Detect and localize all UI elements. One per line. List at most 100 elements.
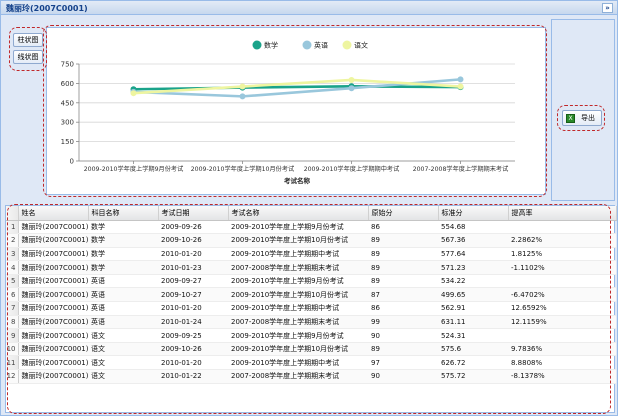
export-label: 导出 [581,114,595,122]
y-tick-label: 600 [61,80,74,88]
cell-subject: 数学 [88,220,158,235]
table-row[interactable]: 2 魏丽玲(2007C0001) 数学 2009-10-26 2009-2010学年度上… [6,233,616,248]
table-row[interactable]: 11 魏丽玲(2007C0001) 语文 2010-01-20 2009-2010学年度… [6,355,616,371]
column-header[interactable]: 考试名称 [228,206,369,221]
cell-exam: 2009-2010学年度上学期9月份考试 [228,220,368,235]
cell-rate: -1.1102% [508,260,616,275]
cell-raw: 97 [368,355,438,371]
cell-raw: 89 [368,342,438,357]
row-number: 7 [6,301,19,316]
column-header[interactable]: 科目名称 [88,206,159,221]
cell-exam: 2009-2010学年度上学期9月份考试 [228,274,368,289]
line-chart-button[interactable]: 线状图 [13,50,43,64]
data-point [348,85,355,92]
cell-std: 631.11 [438,315,508,330]
y-tick-label: 300 [61,119,74,127]
cell-rate: 8.8808% [508,355,616,371]
main-window: 魏丽玲(2007C0001) » 柱状图 线状图 0 150 300 450 600 75… [0,0,618,416]
cell-std: 567.36 [438,233,508,248]
cell-rate [508,274,616,289]
cell-date: 2010-01-20 [158,355,228,371]
data-point [457,83,464,90]
score-line-chart: 0 150 300 450 600 750 2009-2010学年度上学期9月份考试 2009… [61,40,515,185]
column-header[interactable]: 考试日期 [158,206,229,221]
cell-raw: 89 [368,233,438,248]
row-number: 2 [6,233,19,248]
bar-chart-button[interactable]: 柱状图 [13,33,43,47]
cell-raw: 90 [368,328,438,343]
cell-date: 2009-10-26 [158,233,228,248]
cell-exam: 2009-2010学年度上学期9月份考试 [228,328,368,343]
cell-name: 魏丽玲(2007C0001) [18,328,88,343]
cell-date: 2009-09-27 [158,274,228,289]
table-row[interactable]: 3 魏丽玲(2007C0001) 数学 2010-01-20 2009-2010学年度上… [6,247,616,262]
table-row[interactable]: 4 魏丽玲(2007C0001) 数学 2010-01-23 2007-2008学年度上… [6,260,616,275]
row-number: 8 [6,315,19,330]
cell-rate: 12.1159% [508,315,616,330]
cell-raw: 89 [368,247,438,262]
cell-std: 571.23 [438,260,508,275]
y-tick-label: 0 [70,158,74,166]
cell-raw: 89 [368,260,438,275]
legend-marker [252,40,262,50]
cell-subject: 英语 [88,287,158,303]
cell-name: 魏丽玲(2007C0001) [18,315,88,330]
cell-exam: 2007-2008学年度上学期期末考试 [228,369,368,384]
row-number: 1 [6,220,19,235]
cell-std: 575.72 [438,369,508,384]
column-header[interactable]: 提高率 [508,206,617,221]
table-row[interactable]: 1 魏丽玲(2007C0001) 数学 2009-09-26 2009-2010学年度上… [6,220,616,235]
table-row[interactable]: 5 魏丽玲(2007C0001) 英语 2009-09-27 2009-2010学年度上… [6,274,616,289]
x-tick-label: 2009-2010学年度上学期9月份考试 [84,165,184,173]
table-row[interactable]: 7 魏丽玲(2007C0001) 英语 2010-01-20 2009-2010学年度上… [6,301,616,316]
cell-rate: 12.6592% [508,301,616,316]
cell-std: 577.64 [438,247,508,262]
cell-name: 魏丽玲(2007C0001) [18,301,88,316]
cell-exam: 2009-2010学年度上学期10月份考试 [228,287,368,303]
column-header[interactable]: 标准分 [438,206,509,221]
cell-subject: 语文 [88,369,158,384]
column-header[interactable]: 原始分 [368,206,439,221]
cell-std: 534.22 [438,274,508,289]
table-row[interactable]: 12 魏丽玲(2007C0001) 语文 2010-01-22 2007-2008学年度… [6,369,616,384]
y-tick-label: 450 [61,99,74,107]
cell-date: 2010-01-20 [158,301,228,316]
data-point [130,90,137,97]
legend-marker [302,40,312,50]
cell-exam: 2009-2010学年度上学期期中考试 [228,355,368,371]
cell-subject: 数学 [88,260,158,275]
cell-subject: 语文 [88,342,158,357]
table-row[interactable]: 9 魏丽玲(2007C0001) 语文 2009-09-25 2009-2010学年度上… [6,328,616,343]
cell-rate: 9.7836% [508,342,616,357]
row-number-header [6,206,19,221]
cell-subject: 数学 [88,247,158,262]
column-header[interactable]: 姓名 [18,206,89,221]
cell-raw: 86 [368,301,438,316]
cell-date: 2009-10-27 [158,287,228,303]
cell-raw: 99 [368,315,438,330]
table-row[interactable]: 8 魏丽玲(2007C0001) 英语 2010-01-24 2007-2008学年度上… [6,315,616,330]
x-axis-title: 考试名称 [284,176,311,185]
cell-exam: 2009-2010学年度上学期期中考试 [228,247,368,262]
cell-name: 魏丽玲(2007C0001) [18,233,88,248]
title-bar: 魏丽玲(2007C0001) » [1,1,617,15]
row-number: 5 [6,274,19,289]
cell-date: 2010-01-22 [158,369,228,384]
table-row[interactable]: 6 魏丽玲(2007C0001) 英语 2009-10-27 2009-2010学年度上… [6,287,616,303]
cell-name: 魏丽玲(2007C0001) [18,247,88,262]
cell-name: 魏丽玲(2007C0001) [18,220,88,235]
export-button[interactable]: X 导出 [562,110,602,126]
collapse-icon[interactable]: » [602,3,613,13]
cell-rate: 2.2862% [508,233,616,248]
y-tick-label: 150 [61,138,74,146]
cell-date: 2010-01-23 [158,260,228,275]
legend-label: 数学 [264,41,278,50]
cell-raw: 86 [368,220,438,235]
cell-rate: -8.1378% [508,369,616,384]
y-tick-label: 750 [61,61,74,69]
table-row[interactable]: 10 魏丽玲(2007C0001) 语文 2009-10-26 2009-2010学年度… [6,342,616,357]
cell-subject: 语文 [88,328,158,343]
chart-panel: 0 150 300 450 600 750 2009-2010学年度上学期9月份考试 2009… [46,27,546,195]
row-number: 12 [6,369,19,384]
chart-type-panel: 柱状图 线状图 [7,25,47,201]
